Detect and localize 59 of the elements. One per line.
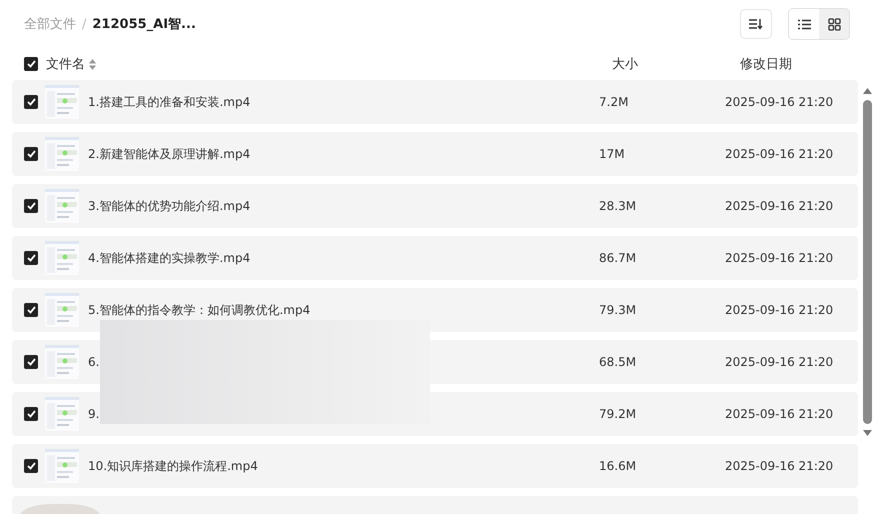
video-thumbnail [45, 293, 79, 327]
row-checkbox[interactable] [24, 251, 38, 265]
file-name: 3.智能体的优势功能介绍.mp4 [88, 198, 252, 214]
scroll-down-icon[interactable] [862, 430, 872, 436]
video-thumbnail [45, 345, 79, 379]
file-size: 28.3M [599, 199, 638, 213]
modified-date: 2025-09-16 21:20 [725, 355, 834, 369]
file-name: 9. [88, 407, 100, 421]
row-checkbox[interactable] [24, 199, 38, 213]
breadcrumb-separator: / [82, 16, 86, 32]
list-icon [798, 18, 810, 30]
video-thumbnail [45, 189, 79, 223]
file-name: 4.智能体搭建的实操教学.mp4 [88, 250, 252, 266]
breadcrumb-current: 212055_AI智... [92, 16, 196, 33]
modified-date: 2025-09-16 21:20 [725, 199, 834, 213]
file-size: 16.6M [599, 459, 638, 473]
row-checkbox[interactable] [24, 459, 38, 473]
sort-icon [749, 18, 763, 30]
list-view-button[interactable] [789, 9, 819, 39]
sort-button[interactable] [740, 9, 772, 39]
file-name: 2.新建智能体及原理讲解.mp4 [88, 146, 252, 162]
column-header[interactable]: 大小 [612, 55, 638, 73]
file-row[interactable]: 3.智能体的优势功能介绍.mp4 28.3M 2025-09-16 21:20 [12, 184, 858, 228]
modified-date: 2025-09-16 21:20 [725, 95, 834, 109]
file-size: 86.7M [599, 251, 638, 265]
file-row[interactable]: 2.新建智能体及原理讲解.mp4 17M 2025-09-16 21:20 [12, 132, 858, 176]
row-checkbox[interactable] [24, 147, 38, 161]
column-header[interactable]: 文件名 [46, 55, 85, 73]
file-name: 6. [88, 355, 100, 369]
file-row[interactable]: 1.搭建工具的准备和安装.mp4 7.2M 2025-09-16 21:20 [12, 80, 858, 124]
modified-date: 2025-09-16 21:20 [725, 303, 834, 317]
select-all-checkbox[interactable] [24, 57, 38, 71]
file-size: 7.2M [599, 95, 630, 109]
row-checkbox[interactable] [24, 303, 38, 317]
file-row[interactable]: 4.智能体搭建的实操教学.mp4 86.7M 2025-09-16 21:20 [12, 236, 858, 280]
modified-date: 2025-09-16 21:20 [725, 407, 834, 421]
row-checkbox[interactable] [24, 95, 38, 109]
video-thumbnail [45, 397, 79, 431]
video-thumbnail [45, 449, 79, 483]
file-size: 68.5M [599, 355, 638, 369]
column-header[interactable]: 修改日期 [740, 55, 792, 73]
modified-date: 2025-09-16 21:20 [725, 251, 834, 265]
modified-date: 2025-09-16 21:20 [725, 459, 834, 473]
grid-icon [828, 18, 840, 30]
video-thumbnail [45, 241, 79, 275]
file-name: 10.知识库搭建的操作流程.mp4 [88, 458, 259, 474]
scroll-up-icon[interactable] [862, 88, 872, 94]
row-checkbox[interactable] [24, 355, 38, 369]
file-size: 79.3M [599, 303, 638, 317]
file-size: 17M [599, 147, 626, 161]
file-name: 1.搭建工具的准备和安装.mp4 [88, 94, 252, 110]
row-checkbox[interactable] [24, 407, 38, 421]
file-name: 5.智能体的指令教学：如何调教优化.mp4 [88, 302, 312, 318]
video-thumbnail [45, 85, 79, 119]
file-row[interactable]: 10.知识库搭建的操作流程.mp4 16.6M 2025-09-16 21:20 [12, 444, 858, 488]
modified-date: 2025-09-16 21:20 [725, 147, 834, 161]
sort-icon[interactable] [89, 58, 96, 70]
file-size: 79.2M [599, 407, 638, 421]
video-thumbnail [45, 137, 79, 171]
